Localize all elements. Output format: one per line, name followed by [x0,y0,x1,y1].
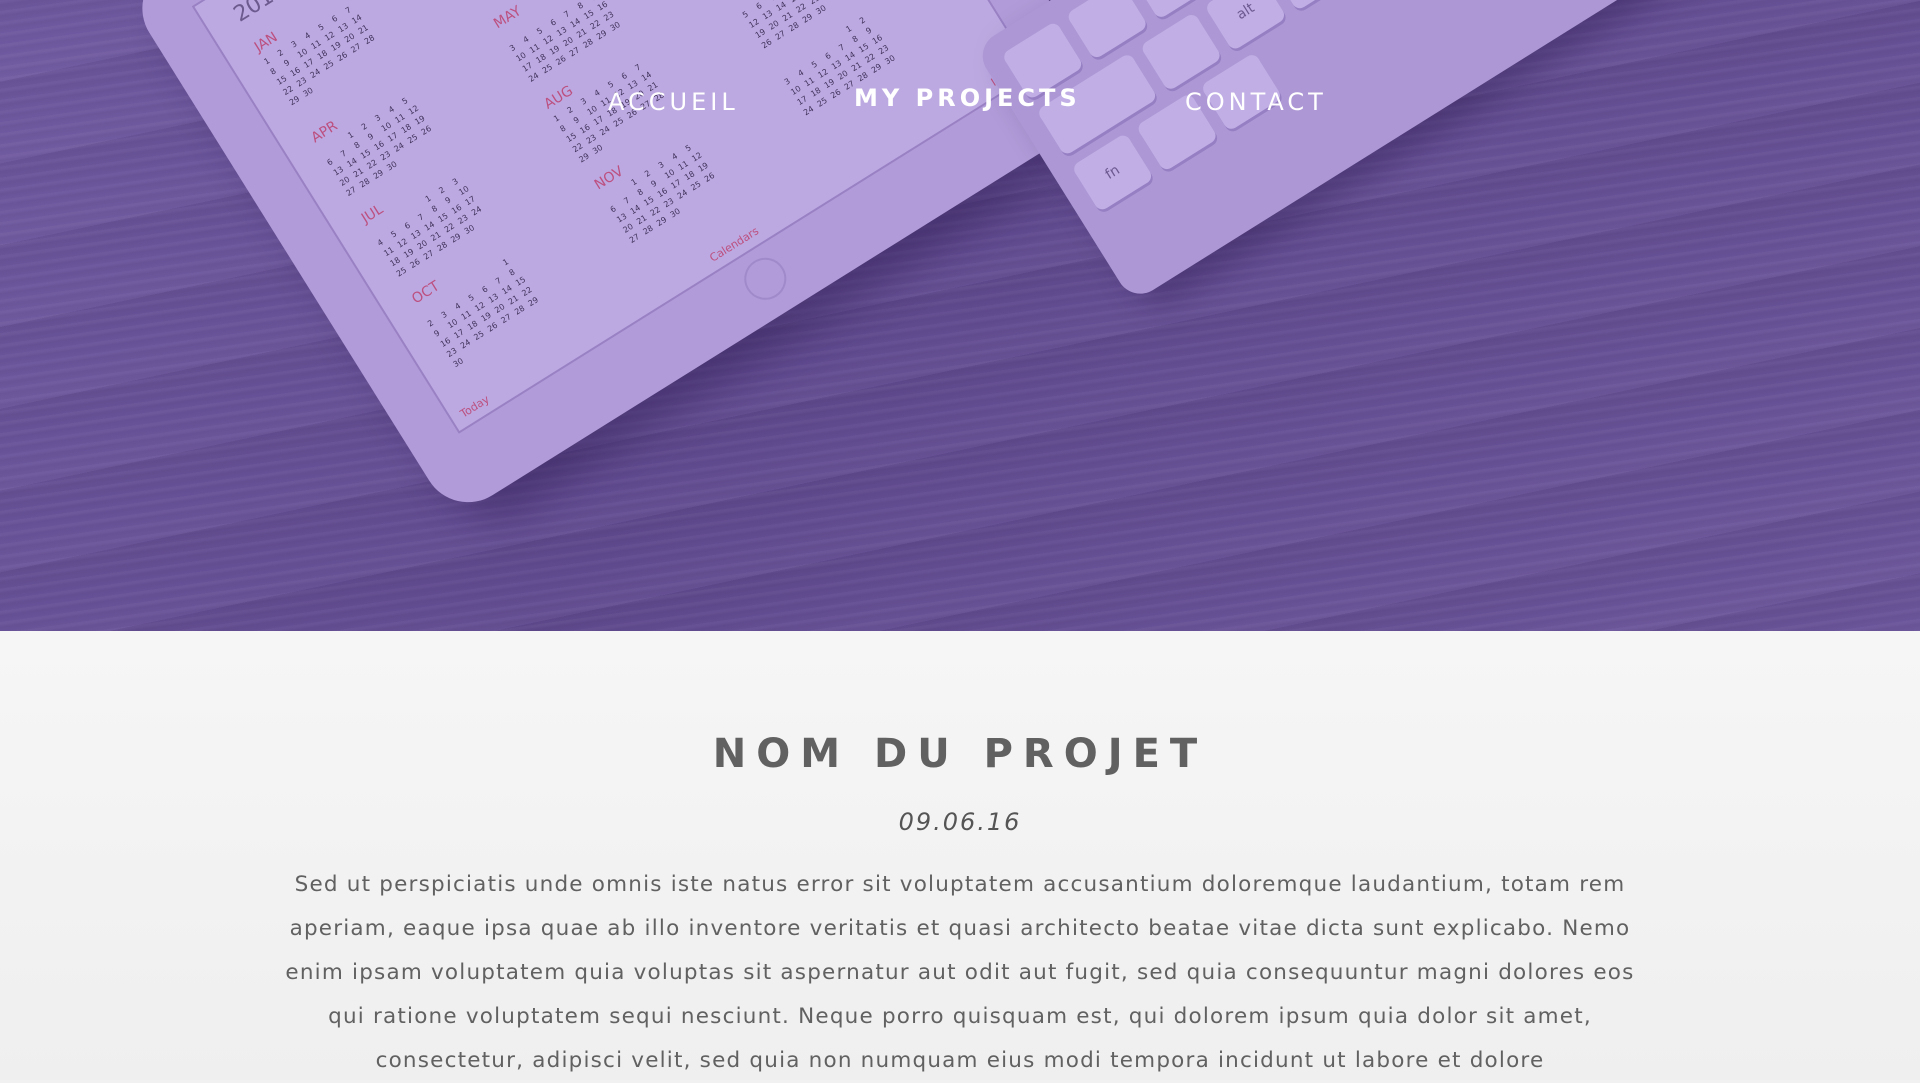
project-section: NOM DU PROJET 09.06.16 Sed ut perspiciat… [0,631,1920,1080]
nav-link-accueil[interactable]: ACCUEIL [608,88,739,116]
nav-link-my-projects[interactable]: MY PROJECTS [854,84,1081,112]
project-date: 09.06.16 [898,808,1022,836]
project-title: NOM DU PROJET [712,731,1208,777]
main-nav: ACCUEIL MY PROJECTS CONTACT [0,82,1920,122]
nav-link-contact[interactable]: CONTACT [1185,88,1327,116]
hero-banner: 2015 JAN 1 2 3 4 5 6 7 8 9 10 11 12 13 14 15 16 17 18 19 20 2… [0,0,1920,631]
project-description: Sed ut perspiciatis unde omnis iste natu… [285,872,1635,1073]
